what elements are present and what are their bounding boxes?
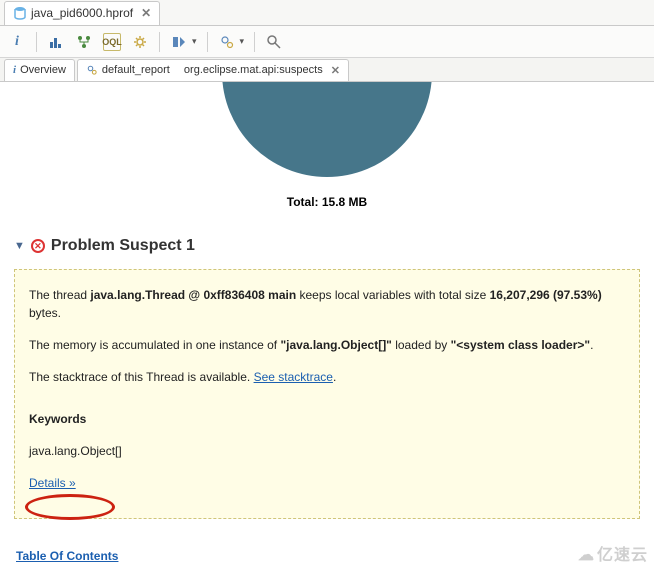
separator [159,32,160,52]
oql-icon[interactable]: OQL [103,33,121,51]
close-icon[interactable]: ✕ [141,6,151,20]
file-tab-hprof[interactable]: java_pid6000.hprof ✕ [4,1,160,25]
content-pane: Total: 15.8 MB ▼ ✕ Problem Suspect 1 The… [0,82,654,571]
dropdown-icon[interactable]: ▾ [192,36,197,47]
tab-default-report[interactable]: default_report org.eclipse.mat.api:suspe… [77,59,349,81]
separator [254,32,255,52]
tab-overview[interactable]: i Overview [4,59,75,81]
suspect-paragraph-3: The stacktrace of this Thread is availab… [29,368,625,386]
pie-chart [222,82,432,177]
info-icon: i [13,64,16,76]
file-tab-label: java_pid6000.hprof [31,6,133,20]
toolbar: i OQL ▾ ▾ [0,26,654,58]
separator [207,32,208,52]
annotation-circle [25,494,115,520]
info-icon[interactable]: i [8,33,26,51]
search-icon[interactable] [265,33,283,51]
suspect-paragraph-1: The thread java.lang.Thread @ 0xff836408… [29,286,625,322]
run-icon[interactable] [170,33,188,51]
tab-label-left: default_report [102,64,170,76]
dropdown-icon[interactable]: ▾ [240,36,245,47]
section-header: ▼ ✕ Problem Suspect 1 [14,237,646,255]
cloud-icon: ☁ [578,547,595,564]
pie-chart-area: Total: 15.8 MB [8,82,646,209]
separator [36,32,37,52]
histogram-icon[interactable] [47,33,65,51]
watermark: ☁亿速云 [578,541,648,565]
keywords-item: java.lang.Object[] [29,442,625,460]
pie-total-label: Total: 15.8 MB [287,195,367,209]
chevron-down-icon[interactable]: ▼ [14,240,25,252]
section-title: Problem Suspect 1 [51,237,195,255]
warning-icon: ✕ [31,239,45,253]
gear-icon[interactable] [131,33,149,51]
close-icon[interactable]: ✕ [331,64,340,77]
suspect-paragraph-2: The memory is accumulated in one instanc… [29,336,625,354]
inner-tab-bar: i Overview default_report org.eclipse.ma… [0,58,654,82]
tab-label: Overview [20,64,66,76]
details-link[interactable]: Details » [29,476,76,490]
suspect-box: The thread java.lang.Thread @ 0xff836408… [14,269,640,519]
see-stacktrace-link[interactable]: See stacktrace [254,370,333,384]
file-tab-bar: java_pid6000.hprof ✕ [0,0,654,26]
db-icon [13,6,27,20]
gears-icon[interactable] [218,33,236,51]
tree-icon[interactable] [75,33,93,51]
table-of-contents: Table Of Contents [16,549,118,563]
keywords-heading: Keywords [29,410,625,428]
toc-link[interactable]: Table Of Contents [16,549,118,563]
tab-label-right: org.eclipse.mat.api:suspects [184,64,323,76]
gears-small-icon [86,64,98,76]
